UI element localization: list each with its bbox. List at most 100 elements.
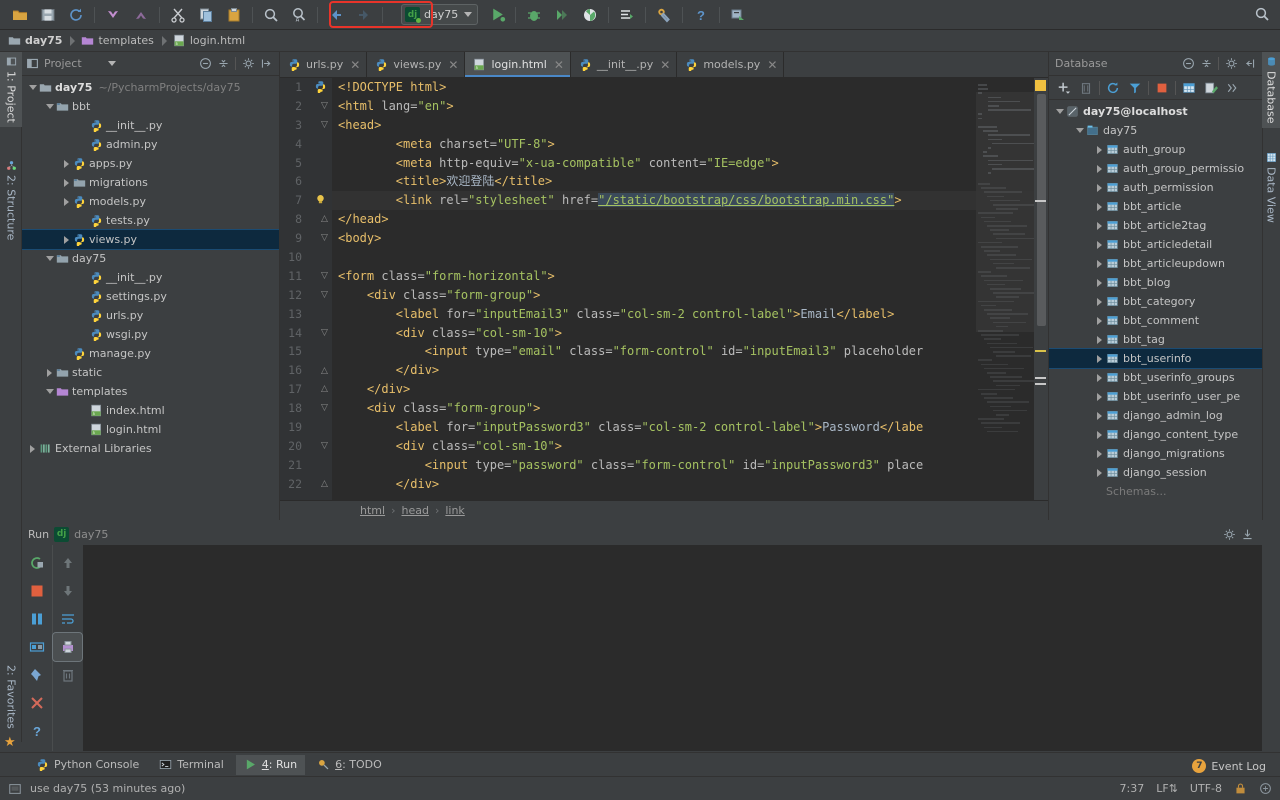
run-console-output[interactable] — [83, 545, 1262, 751]
attach-icon[interactable] — [614, 3, 640, 27]
code-line[interactable]: <meta http-equiv="x-ua-compatible" conte… — [332, 154, 1048, 173]
fold-marker-icon[interactable]: △ — [320, 479, 329, 489]
db-tree-item-django-session[interactable]: django_session — [1049, 463, 1262, 482]
collapse-all-icon[interactable] — [1179, 55, 1197, 73]
tree-item-apps-py[interactable]: apps.py — [22, 154, 279, 173]
find-replace-icon[interactable]: A — [286, 3, 312, 27]
collapse-arrow-icon[interactable] — [1053, 102, 1066, 121]
tree-item-views-py[interactable]: views.py — [22, 229, 279, 250]
bottom-tab-terminal[interactable]: Terminal — [151, 755, 232, 775]
expand-arrow-icon[interactable] — [1093, 349, 1106, 368]
settings-wrench-icon[interactable] — [651, 3, 677, 27]
code-line[interactable]: <link rel="stylesheet" href="/static/boo… — [332, 191, 1048, 211]
gear-icon[interactable] — [1222, 55, 1240, 73]
redo-icon[interactable] — [128, 3, 154, 27]
fold-marker-icon[interactable]: △ — [320, 385, 329, 394]
help-icon[interactable]: ? — [22, 717, 52, 745]
expand-arrow-icon[interactable] — [1093, 387, 1106, 406]
code-line[interactable]: <head> — [332, 116, 1048, 135]
sync-refresh-icon[interactable] — [63, 3, 89, 27]
copy-icon[interactable] — [193, 3, 219, 27]
close-icon[interactable]: ✕ — [448, 59, 458, 71]
tree-item-tests-py[interactable]: tests.py — [22, 211, 279, 230]
db-tree-item-django-migrations[interactable]: django_migrations — [1049, 444, 1262, 463]
db-tree-item-bbt-article[interactable]: bbt_article — [1049, 197, 1262, 216]
collapse-arrow-icon[interactable] — [43, 249, 56, 268]
lock-icon[interactable] — [1234, 782, 1247, 795]
expand-arrow-icon[interactable] — [1093, 292, 1106, 311]
code-line[interactable]: <label for="inputPassword3" class="col-s… — [332, 418, 1048, 437]
code-line[interactable]: <div class="col-sm-10"> — [332, 437, 1048, 456]
undo-icon[interactable] — [100, 3, 126, 27]
expand-arrow-icon[interactable] — [1093, 463, 1106, 482]
fold-marker-icon[interactable]: ▽ — [320, 272, 329, 281]
close-icon[interactable] — [22, 689, 52, 717]
update-project-icon[interactable] — [725, 3, 751, 27]
editor-tab-models-py[interactable]: models.py ✕ — [677, 52, 785, 77]
breadcrumb-link[interactable]: link — [445, 504, 464, 517]
breadcrumb-html[interactable]: html — [360, 504, 385, 517]
run-configuration-selector[interactable]: dj day75 — [401, 4, 479, 25]
bottom-tab-4--run[interactable]: 4: Run — [235, 754, 306, 775]
hide-icon[interactable] — [1240, 55, 1258, 73]
code-line[interactable]: </div> — [332, 475, 1048, 494]
expand-arrow-icon[interactable] — [1093, 159, 1106, 178]
db-tree-item-auth-group[interactable]: auth_group — [1049, 140, 1262, 159]
db-tree-item-django-admin-log[interactable]: django_admin_log — [1049, 406, 1262, 425]
expand-arrow-icon[interactable] — [1093, 444, 1106, 463]
expand-all-icon[interactable] — [1197, 55, 1215, 73]
expand-arrow-icon[interactable] — [1093, 216, 1106, 235]
expand-arrow-icon[interactable] — [60, 192, 73, 211]
db-tree-item-bbt-blog[interactable]: bbt_blog — [1049, 273, 1262, 292]
code-editor[interactable]: 1 2 3 4 5 6 7 8 9 10 11 12 13 14 15 16 17 18 19 20 21 22 ▽ ▽ △ ▽… — [280, 78, 1048, 520]
scrollbar-warning-marker[interactable] — [1035, 80, 1046, 91]
code-line[interactable]: <!DOCTYPE html> — [332, 78, 1048, 97]
tree-item-day75[interactable]: day75 ~/PycharmProjects/day75 — [22, 78, 279, 97]
collapse-arrow-icon[interactable] — [43, 97, 56, 116]
trash-icon[interactable] — [53, 661, 82, 689]
collapse-all-icon[interactable] — [196, 55, 214, 73]
tree-item-admin-py[interactable]: admin.py — [22, 135, 279, 154]
expand-arrow-icon[interactable] — [43, 363, 56, 382]
database-tree[interactable]: day75@localhost day75 auth_group auth_group… — [1049, 100, 1262, 518]
code-line[interactable]: <html lang="en"> — [332, 97, 1048, 116]
down-arrow-icon[interactable] — [53, 577, 82, 605]
favorites-star-icon[interactable]: ★ — [4, 735, 16, 750]
inspection-icon[interactable] — [1259, 782, 1272, 795]
back-navigate-icon[interactable] — [323, 3, 349, 27]
gear-icon[interactable] — [239, 55, 257, 73]
fold-marker-icon[interactable]: △ — [320, 366, 329, 376]
minimap-viewport[interactable] — [976, 92, 1034, 332]
editor-tab---init---py[interactable]: __init__.py ✕ — [571, 52, 678, 77]
caret-position[interactable]: 7:37 — [1120, 782, 1145, 795]
expand-arrow-icon[interactable] — [1093, 140, 1106, 159]
db-tree-item-bbt-comment[interactable]: bbt_comment — [1049, 311, 1262, 330]
sidebar-item-project[interactable]: 1: Project — [0, 52, 22, 127]
tree-item-bbt[interactable]: bbt — [22, 97, 279, 116]
db-tree-item-auth-group-permissio[interactable]: auth_group_permissio — [1049, 159, 1262, 178]
fold-marker-icon[interactable]: ▽ — [320, 234, 329, 243]
breadcrumb-item-templates[interactable]: templates — [81, 34, 154, 47]
editor-tab-urls-py[interactable]: urls.py ✕ — [280, 52, 368, 77]
close-icon[interactable]: ✕ — [554, 59, 564, 71]
tree-item-urls-py[interactable]: urls.py — [22, 306, 279, 325]
tree-item---init---py[interactable]: __init__.py — [22, 268, 279, 287]
expand-arrow-icon[interactable] — [1093, 197, 1106, 216]
coverage-icon[interactable] — [549, 3, 575, 27]
soft-wrap-icon[interactable] — [53, 605, 82, 633]
code-line[interactable]: </div> — [332, 361, 1048, 380]
code-line[interactable]: </head> — [332, 210, 1048, 229]
forward-navigate-icon[interactable] — [351, 3, 377, 27]
search-everywhere-icon[interactable] — [1254, 6, 1270, 22]
close-icon[interactable]: ✕ — [350, 59, 360, 71]
fold-marker-icon[interactable]: ▽ — [320, 404, 329, 413]
find-icon[interactable] — [258, 3, 284, 27]
pin-icon[interactable] — [22, 661, 52, 689]
editor-scrollbar[interactable] — [1034, 78, 1048, 520]
expand-all-icon[interactable] — [214, 55, 232, 73]
code-content[interactable]: <!DOCTYPE html> <html lang="en"> <head> <m… — [332, 78, 1048, 520]
tree-item-wsgi-py[interactable]: wsgi.py — [22, 325, 279, 344]
expand-arrow-icon[interactable] — [1093, 178, 1106, 197]
code-line[interactable]: <form class="form-horizontal"> — [332, 267, 1048, 286]
breadcrumb-item-file[interactable]: 5 login.html — [173, 34, 245, 47]
